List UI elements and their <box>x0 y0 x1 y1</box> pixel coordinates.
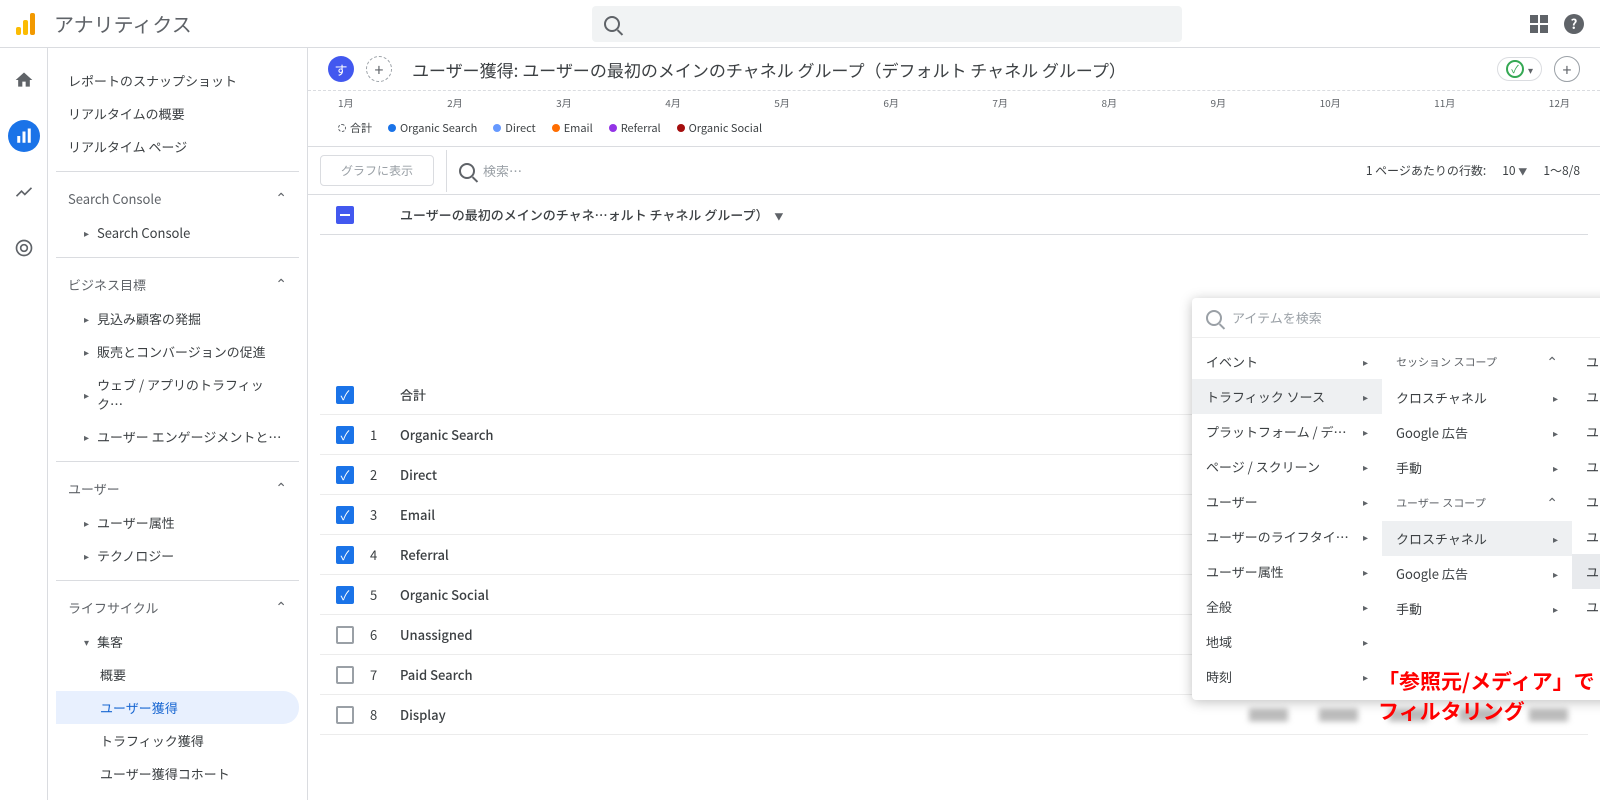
sidebar-user-tech[interactable]: ▸テクノロジー <box>56 539 299 572</box>
checkbox-total[interactable]: ✓ <box>336 386 354 404</box>
caret-down-icon: ▾ <box>84 634 89 649</box>
chevron-up-icon: ⌃ <box>275 597 287 617</box>
sidebar-snapshot[interactable]: レポートのスナップショット <box>56 64 299 97</box>
caret-right-icon: ▸ <box>84 225 89 240</box>
ga-logo-icon <box>16 13 38 35</box>
column-header-dimension[interactable]: ユーザーの最初のメインのチャネ…ォルト チャネル グループ） ▼ <box>400 205 1588 224</box>
legend-item[interactable]: Referral <box>609 120 661 136</box>
popover-search[interactable]: アイテムを検索 <box>1192 298 1600 338</box>
legend-item[interactable]: 合計 <box>338 120 372 136</box>
sidebar-biz-leads[interactable]: ▸見込み顧客の発掘 <box>56 302 299 335</box>
sidebar-life-useracq[interactable]: ユーザー獲得 <box>56 691 299 724</box>
rail-home[interactable] <box>8 64 40 96</box>
chart-legend: 合計 Organic Search Direct Email Referral Organ… <box>308 114 1600 146</box>
popover-dimension[interactable]: ユーザーの最初の参照元 <box>1572 519 1600 554</box>
table-search[interactable]: 検索… <box>446 150 1346 192</box>
popover-dimension[interactable]: ユーザーの最初のキャンペーン ID <box>1572 379 1600 414</box>
row-checkbox[interactable] <box>336 706 354 724</box>
popover-subcategory[interactable]: クロスチャネル▸ <box>1382 380 1572 415</box>
sidebar-life-acq[interactable]: ▾集客 <box>56 625 299 658</box>
rail-explore[interactable] <box>8 176 40 208</box>
row-checkbox[interactable] <box>336 626 354 644</box>
popover-subcategory[interactable]: 手動▸ <box>1382 450 1572 485</box>
popover-category[interactable]: ユーザーのライフタイ…▸ <box>1192 519 1382 554</box>
app-title: アナリティクス <box>54 9 216 38</box>
chevron-down-icon: ▾ <box>1528 62 1533 77</box>
pagination-range: 1～8/8 <box>1543 162 1580 179</box>
sidebar-biz-section[interactable]: ビジネス目標⌃ <box>56 266 299 302</box>
popover-category[interactable]: ページ / スクリーン▸ <box>1192 449 1382 484</box>
check-icon: ✓ <box>1506 60 1524 78</box>
row-checkbox[interactable]: ✓ <box>336 506 354 524</box>
popover-category[interactable]: 時刻▸ <box>1192 659 1382 694</box>
help-icon[interactable]: ? <box>1564 14 1584 34</box>
sidebar-life-trafficacq[interactable]: トラフィック獲得 <box>56 724 299 757</box>
legend-item[interactable]: Direct <box>493 120 535 136</box>
dimension-picker-popover: アイテムを検索 イベント▸トラフィック ソース▸プラットフォーム / デ…▸ペー… <box>1192 298 1600 700</box>
sidebar-sc-section[interactable]: Search Console⌃ <box>56 180 299 216</box>
legend-item[interactable]: Organic Search <box>388 120 477 136</box>
add-segment-button[interactable]: + <box>366 56 392 82</box>
popover-category[interactable]: 全般▸ <box>1192 589 1382 624</box>
rail-reports[interactable] <box>8 120 40 152</box>
popover-dimension[interactable]: ユーザーの最初のキャンペーン <box>1572 344 1600 379</box>
legend-item[interactable]: Organic Social <box>677 120 762 136</box>
global-search[interactable] <box>592 6 1182 42</box>
rows-per-page-select[interactable]: 10 ▼ <box>1502 162 1527 179</box>
sidebar-biz-conv[interactable]: ▸販売とコンバージョンの促進 <box>56 335 299 368</box>
popover-subcategory[interactable]: Google 広告▸ <box>1382 415 1572 450</box>
popover-dimension[interactable]: ユーザーの最初のメディア <box>1572 484 1600 519</box>
page-title: ユーザー獲得: ユーザーの最初のメインのチャネル グループ（デフォルト チャネル… <box>412 57 1485 82</box>
search-icon <box>1206 310 1222 326</box>
chevron-down-icon: ▼ <box>1518 165 1527 178</box>
checkbox-all[interactable] <box>336 206 354 224</box>
popover-dimension[interactable]: ユーザーの最初のデフォルト チャネル … <box>1572 414 1600 449</box>
chevron-up-icon: ⌃ <box>275 188 287 208</box>
row-checkbox[interactable]: ✓ <box>336 426 354 444</box>
popover-category[interactable]: ユーザー属性▸ <box>1192 554 1382 589</box>
sidebar-rt-overview[interactable]: リアルタイムの概要 <box>56 97 299 130</box>
chevron-up-icon: ⌃ <box>275 274 287 294</box>
sidebar-life-cohort[interactable]: ユーザー獲得コホート <box>56 757 299 790</box>
popover-category[interactable]: プラットフォーム / デ…▸ <box>1192 414 1382 449</box>
row-checkbox[interactable]: ✓ <box>336 546 354 564</box>
popover-subcategory[interactable]: 手動▸ <box>1382 591 1572 626</box>
search-icon <box>459 163 475 179</box>
rail-advertising[interactable] <box>8 232 40 264</box>
sidebar: レポートのスナップショット リアルタイムの概要 リアルタイム ページ Searc… <box>48 48 308 800</box>
sidebar-sc-item[interactable]: ▸Search Console <box>56 216 299 249</box>
segment-badge[interactable]: す <box>328 56 354 82</box>
chevron-up-icon: ⌃ <box>275 478 287 498</box>
popover-dimension[interactable]: ユーザーの最初の参照元 / メディア <box>1572 554 1600 589</box>
popover-category[interactable]: 地域▸ <box>1192 624 1382 659</box>
sidebar-life-overview[interactable]: 概要 <box>56 658 299 691</box>
sidebar-biz-engage[interactable]: ▸ユーザー エンゲージメントと… <box>56 420 299 453</box>
popover-category[interactable]: トラフィック ソース▸ <box>1192 379 1382 414</box>
popover-category[interactable]: ユーザー▸ <box>1192 484 1382 519</box>
popover-dimension[interactable]: ユーザーの最初の参照元プラットフォー… <box>1572 589 1600 624</box>
legend-item[interactable]: Email <box>552 120 593 136</box>
search-icon <box>604 16 620 32</box>
add-button[interactable]: + <box>1554 56 1580 82</box>
row-checkbox[interactable] <box>336 666 354 684</box>
chart-timeline: 1月2月3月4月5月6月7月8月9月10月11月12月 <box>308 91 1600 114</box>
popover-subcategory[interactable]: Google 広告▸ <box>1382 556 1572 591</box>
show-in-graph-button[interactable]: グラフに表示 <box>320 155 434 186</box>
sidebar-user-attr[interactable]: ▸ユーザー属性 <box>56 506 299 539</box>
sidebar-rt-page[interactable]: リアルタイム ページ <box>56 130 299 163</box>
rows-per-page-label: 1 ページあたりの行数: <box>1366 162 1486 179</box>
popover-dimension[interactable]: ユーザーの最初のメインのチャネル グル… <box>1572 449 1600 484</box>
popover-category[interactable]: イベント▸ <box>1192 344 1382 379</box>
status-pill[interactable]: ✓▾ <box>1497 57 1542 81</box>
sidebar-life-section[interactable]: ライフサイクル⌃ <box>56 589 299 625</box>
sidebar-user-section[interactable]: ユーザー⌃ <box>56 470 299 506</box>
apps-icon[interactable] <box>1530 15 1548 33</box>
row-checkbox[interactable]: ✓ <box>336 586 354 604</box>
sidebar-biz-traffic[interactable]: ▸ウェブ / アプリのトラフィック… <box>56 368 299 420</box>
annotation-text: 「参照元/メディア」でフィルタリング <box>1378 666 1600 726</box>
popover-subcategory[interactable]: クロスチャネル▸ <box>1382 521 1572 556</box>
row-checkbox[interactable]: ✓ <box>336 466 354 484</box>
dropdown-icon: ▼ <box>774 210 783 223</box>
